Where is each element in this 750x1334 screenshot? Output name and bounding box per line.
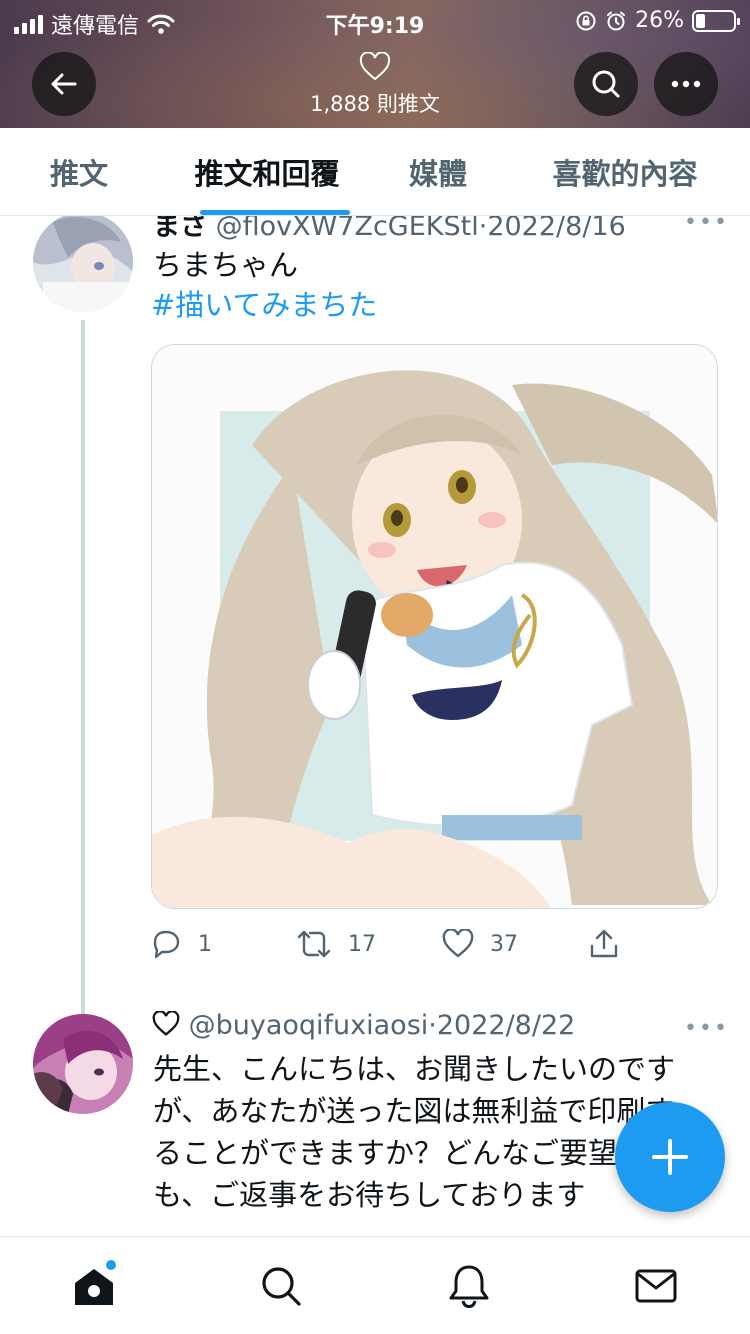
- tab-label: 推文: [49, 156, 108, 191]
- tweet-menu-button[interactable]: •••: [684, 216, 729, 235]
- active-tab-indicator: [200, 210, 350, 215]
- tab-likes[interactable]: 喜歡的內容: [500, 128, 750, 215]
- reply-count: 1: [198, 931, 212, 957]
- avatar[interactable]: [33, 216, 133, 312]
- profile-tabs: 推文 推文和回覆 媒體 喜歡的內容: [0, 128, 750, 216]
- retweet-count: 17: [348, 931, 376, 957]
- tweet-header: まさ @flovXW7ZcGEKStl·2022/8/16: [153, 216, 626, 243]
- handle[interactable]: @buyaoqifuxiaosi: [189, 1010, 429, 1041]
- share-button[interactable]: [588, 924, 620, 964]
- tweet-actions: 1 17 37: [150, 924, 630, 964]
- heart-icon: [359, 51, 391, 81]
- nav-notifications[interactable]: [429, 1246, 509, 1326]
- share-icon: [590, 929, 618, 958]
- plus-icon: [652, 1139, 688, 1175]
- rotation-lock-icon: [576, 11, 596, 30]
- tweet-text: ちまちゃん: [153, 248, 299, 282]
- retweet-icon: [297, 930, 331, 958]
- hashtag-link[interactable]: #描いてみまちた: [151, 284, 377, 326]
- tweet-date[interactable]: 2022/8/16: [487, 216, 625, 242]
- mail-icon: [635, 1269, 677, 1302]
- status-bar: 遠傳電信 下午9:19 26%: [0, 0, 750, 42]
- bottom-nav: [0, 1236, 750, 1334]
- tab-tweets-and-replies[interactable]: 推文和回覆: [158, 128, 376, 215]
- tweet-date[interactable]: 2022/8/22: [437, 1010, 575, 1041]
- battery-percent: 26%: [635, 8, 684, 33]
- tab-media[interactable]: 媒體: [376, 128, 500, 215]
- bell-icon: [449, 1265, 489, 1308]
- handle[interactable]: @flovXW7ZcGEKStl: [216, 216, 479, 242]
- profile-header: 遠傳電信 下午9:19 26% 1,888 則推文: [0, 0, 750, 128]
- nav-home[interactable]: [54, 1246, 134, 1326]
- tweet-header: @buyaoqifuxiaosi·2022/8/22: [152, 1010, 575, 1041]
- like-button[interactable]: 37: [442, 924, 588, 964]
- tweet-text-line: 先生、こんにちは、お聞きしたいのです: [153, 1052, 676, 1086]
- notification-dot: [105, 1259, 116, 1270]
- reply-button[interactable]: 1: [150, 924, 296, 964]
- illustration-image: [152, 345, 717, 908]
- tab-label: 喜歡的內容: [552, 156, 698, 191]
- more-icon: [671, 80, 701, 88]
- like-icon: [442, 929, 474, 958]
- status-right: 26%: [575, 8, 740, 33]
- display-name[interactable]: まさ: [153, 216, 207, 242]
- like-count: 37: [490, 931, 518, 957]
- battery-icon: [692, 9, 740, 32]
- heart-outline-icon: [152, 1010, 180, 1036]
- avatar-image: [33, 1014, 133, 1114]
- more-button[interactable]: [654, 52, 718, 116]
- tab-label: 媒體: [408, 156, 467, 191]
- timeline: まさ @flovXW7ZcGEKStl·2022/8/16 ••• ちまちゃん …: [0, 216, 750, 1236]
- nav-search[interactable]: [241, 1246, 321, 1326]
- search-icon: [262, 1266, 301, 1306]
- tab-label: 推文和回覆: [194, 156, 340, 191]
- tab-tweets[interactable]: 推文: [0, 128, 158, 215]
- search-button[interactable]: [574, 52, 638, 116]
- tweet-count: 1,888 則推文: [310, 92, 440, 116]
- compose-tweet-button[interactable]: [615, 1102, 725, 1212]
- tweet-media-image[interactable]: [151, 344, 718, 909]
- search-icon: [592, 70, 620, 98]
- avatar[interactable]: [33, 1014, 133, 1114]
- nav-messages[interactable]: [616, 1246, 696, 1326]
- avatar-image: [33, 216, 133, 312]
- thread-connector: [81, 320, 85, 1106]
- reply-icon: [153, 930, 180, 959]
- tweet-menu-button[interactable]: •••: [684, 1016, 729, 1041]
- retweet-button[interactable]: 17: [296, 924, 442, 964]
- alarm-icon: [607, 11, 626, 30]
